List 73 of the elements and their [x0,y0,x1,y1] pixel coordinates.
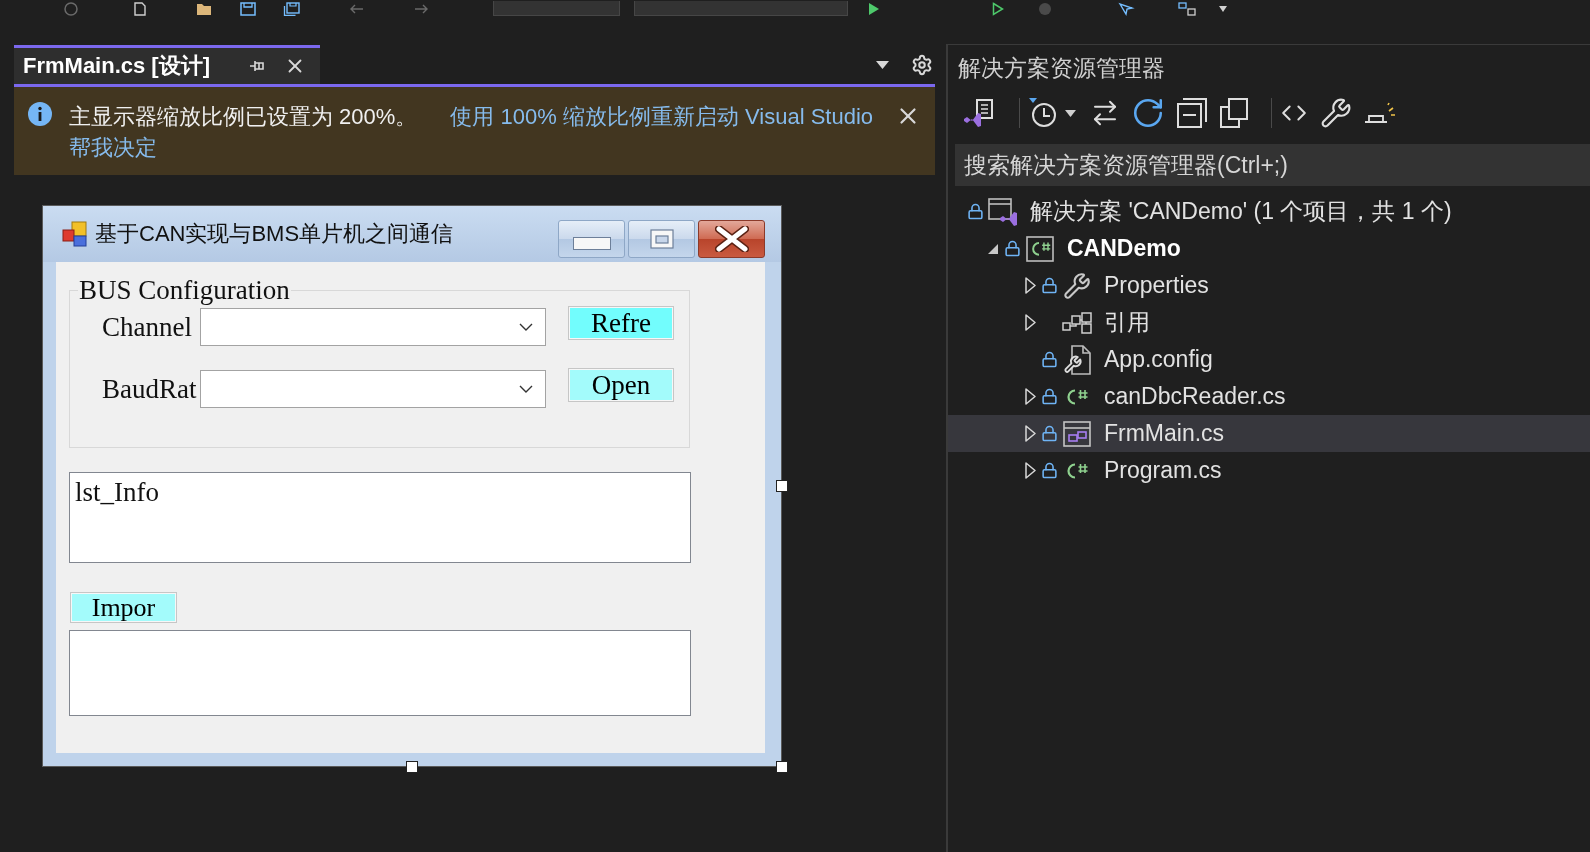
field-label: BaudRat [102,373,198,405]
tree-item[interactable]: CANDemo [948,230,1590,267]
chevron-down-icon [519,323,533,331]
window-icon [1063,420,1091,447]
play-icon[interactable] [868,1,880,16]
info-link[interactable]: 帮我决定 [69,132,157,163]
form-button[interactable]: Impor [70,592,177,623]
collapsed-arrow-icon[interactable] [1024,425,1036,442]
tree-item[interactable]: App.config [948,341,1590,378]
field-label: Channel [102,311,193,343]
save-all-icon[interactable] [283,1,300,16]
list-item[interactable]: lst_Info [75,477,159,507]
info-link[interactable]: 使用 100% 缩放比例重新启动 Visual Studio [450,101,873,132]
document-wrench-icon [1063,344,1091,375]
tree-item[interactable]: Properties [948,267,1590,304]
form-button[interactable]: Open [568,368,674,402]
wrench-icon [1063,271,1091,300]
close-icon [714,226,749,252]
folder-icon[interactable] [196,1,212,16]
csharp-box-icon [1026,235,1054,262]
wrench-icon[interactable] [1320,97,1352,129]
collapsed-arrow-icon[interactable] [1024,462,1036,479]
collapsed-arrow-icon[interactable] [1024,314,1036,331]
settings-icon[interactable] [911,53,933,76]
minus-square-icon[interactable] [1177,98,1207,128]
overlapping-squares-icon[interactable] [1219,98,1249,128]
document-icon[interactable] [133,1,147,16]
list-box[interactable]: lst_Info [69,472,691,563]
tree-item[interactable]: FrmMain.cs [948,415,1590,452]
tree-item[interactable]: 引用 [948,304,1590,341]
minimize-button[interactable] [558,220,625,258]
pointer-icon[interactable] [1118,1,1136,16]
expanded-arrow-icon[interactable] [987,242,999,255]
document-tab[interactable]: FrmMain.cs [设计] [14,45,320,84]
panel-title: 解决方案资源管理器 [957,54,1166,83]
document-lines-icon[interactable] [963,98,995,128]
collapsed-arrow-icon[interactable] [1024,277,1036,294]
tree-item[interactable]: 解决方案 'CANDemo' (1 个项目，共 1 个) [948,193,1590,230]
minimize-icon [572,237,611,250]
play-outline-icon[interactable] [992,1,1004,16]
circle-icon[interactable] [64,1,78,16]
collapsed-arrow-icon[interactable] [1024,388,1036,405]
refresh-icon[interactable] [1131,96,1165,130]
save-icon[interactable] [240,1,256,16]
tree-item[interactable]: canDbcReader.cs [948,378,1590,415]
group-title: BUS Configuration [78,275,291,305]
connected-boxes-icon [1062,311,1092,334]
info-message: 主显示器缩放比例已设置为 200%。 [69,103,418,131]
form-title: 基于CAN实现与BMS单片机之间通信 [95,220,454,248]
form-button[interactable]: Refre [568,306,674,340]
redo-icon[interactable] [414,2,428,15]
tree-item[interactable]: Program.cs [948,452,1590,489]
close-button[interactable] [698,220,765,258]
clock-icon[interactable] [1027,97,1059,129]
maximize-icon [649,229,674,249]
squares-icon [62,220,89,248]
window-icon [988,197,1018,226]
undo-icon[interactable] [350,2,364,15]
caret-icon[interactable] [1218,4,1228,13]
resize-handle[interactable] [406,761,418,773]
caret-icon[interactable] [1065,109,1076,117]
info-icon [28,102,52,126]
caret-icon[interactable] [876,60,889,69]
text-box[interactable] [69,630,691,716]
dropdown-field[interactable] [634,1,848,16]
chevron-down-icon [519,385,533,393]
sparkle-icon[interactable] [1364,102,1396,124]
boxes-icon[interactable] [1178,1,1196,16]
resize-handle[interactable] [776,761,788,773]
pin-icon[interactable] [249,59,266,73]
search-field[interactable]: 搜索解决方案资源管理器(Ctrl+;) [955,144,1590,186]
resize-handle[interactable] [776,480,788,492]
dropdown-field[interactable] [493,1,620,16]
